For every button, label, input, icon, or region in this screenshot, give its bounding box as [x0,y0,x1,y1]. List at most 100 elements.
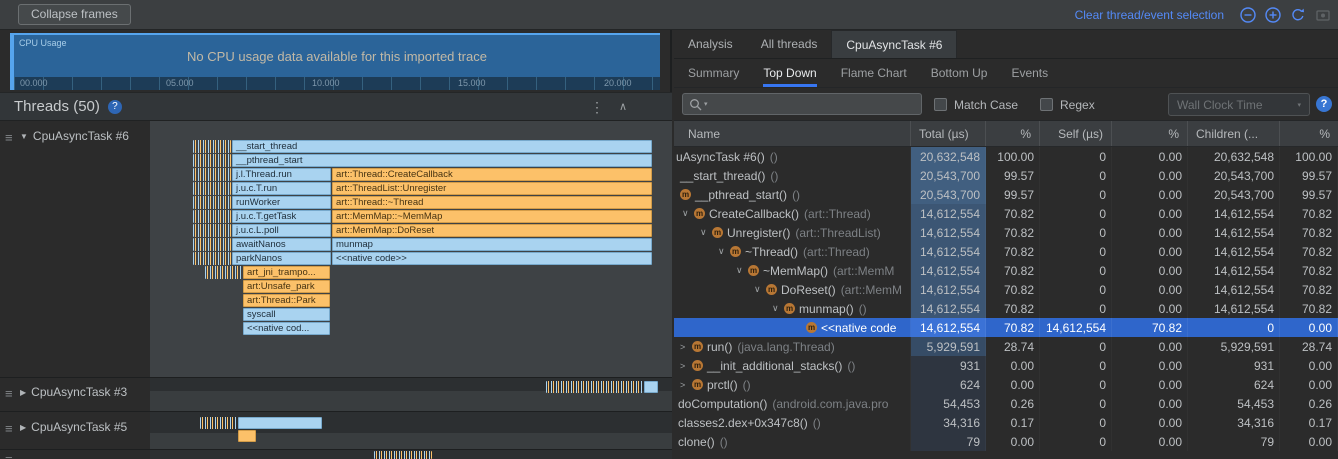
table-row[interactable]: m<<native code14,612,55470.8214,612,5547… [674,318,1338,337]
children-cell: 20,543,700 [1188,185,1280,204]
subtab-events[interactable]: Events [1011,59,1048,87]
column-header-self[interactable]: Self (µs) [1040,121,1112,146]
subtab-top-down[interactable]: Top Down [763,59,816,87]
table-row[interactable]: ∨mDoReset()(art::MemM14,612,55470.8200.0… [674,280,1338,299]
tab-analysis[interactable]: Analysis [674,30,747,58]
flame-bar-native[interactable]: art:Thread::Park [243,294,330,307]
flame-bar-java[interactable]: syscall [243,308,330,321]
threads-options-icon[interactable]: ⋮ [590,99,604,116]
table-row[interactable]: m__pthread_start()()20,543,70099.5700.00… [674,185,1338,204]
flame-bar-native[interactable] [238,430,256,442]
table-row[interactable]: uAsyncTask #6()()20,632,548100.0000.0020… [674,147,1338,166]
subtab-summary[interactable]: Summary [688,59,739,87]
flame-bar-java[interactable]: <<native cod... [243,322,330,335]
flame-minified-region[interactable] [193,196,231,209]
table-row[interactable]: ∨mUnregister()(art::ThreadList)14,612,55… [674,223,1338,242]
clear-selection-link[interactable]: Clear thread/event selection [1075,8,1224,22]
cpu-usage-track[interactable]: CPU Usage No CPU usage data available fo… [10,33,660,77]
subtab-flame-chart[interactable]: Flame Chart [841,59,907,87]
zoom-to-selection-icon[interactable] [1314,6,1332,24]
flame-bar-java[interactable]: j.u.c.T.getTask [232,210,331,223]
regex-label[interactable]: Regex [1060,98,1095,112]
table-row[interactable]: >mrun()(java.lang.Thread)5,929,59128.740… [674,337,1338,356]
regex-checkbox[interactable] [1040,98,1053,111]
subtab-bottom-up[interactable]: Bottom Up [931,59,988,87]
tree-collapse-icon[interactable]: ∨ [754,284,766,295]
table-row[interactable]: ∨m~MemMap()(art::MemM14,612,55470.8200.0… [674,261,1338,280]
flame-minified-region[interactable] [200,417,237,429]
collapse-frames-button[interactable]: Collapse frames [18,4,131,25]
flame-minified-region[interactable] [193,182,231,195]
tab-all-threads[interactable]: All threads [747,30,832,58]
flame-bar-java[interactable]: __start_thread [232,140,652,153]
flame-minified-region[interactable] [205,266,242,279]
function-name-cell: __start_thread()() [674,166,911,185]
table-row[interactable]: ∨mCreateCallback()(art::Thread)14,612,55… [674,204,1338,223]
flame-minified-region[interactable] [193,154,231,167]
flame-bar-native[interactable]: art::Thread::~Thread [332,196,652,209]
function-name-cell: >mrun()(java.lang.Thread) [674,337,911,356]
table-row[interactable]: __start_thread()()20,543,70099.5700.0020… [674,166,1338,185]
flame-bar-java[interactable] [644,381,658,393]
tab-cpuasynctask-6[interactable]: CpuAsyncTask #6 [831,30,957,58]
flame-minified-region[interactable] [193,210,231,223]
flame-bar-java[interactable]: parkNanos [232,252,331,265]
table-row[interactable]: doComputation()(android.com.java.pro54,4… [674,394,1338,413]
tree-expand-icon[interactable]: > [680,361,692,371]
threads-help-icon[interactable]: ? [108,100,122,114]
flame-bar-native[interactable]: art_jni_trampo... [243,266,330,279]
flame-bar-native[interactable]: art::ThreadList::Unregister [332,182,652,195]
tree-collapse-icon[interactable]: ∨ [682,208,694,219]
flame-bar-native[interactable]: art::MemMap::~MemMap [332,210,652,223]
flame-bar-java[interactable]: j.l.Thread.run [232,168,331,181]
table-row[interactable]: ∨mmunmap()()14,612,55470.8200.0014,612,5… [674,299,1338,318]
flame-bar-java[interactable]: j.u.c.L.poll [232,224,331,237]
flame-bar-java[interactable]: awaitNanos [232,238,331,251]
flame-bar-java[interactable]: j.u.c.T.run [232,182,331,195]
flame-bar-java[interactable]: munmap [332,238,652,251]
help-icon[interactable]: ? [1316,96,1332,112]
flame-bar-native[interactable]: art:Unsafe_park [243,280,330,293]
column-header-total-pct[interactable]: % [986,121,1040,146]
match-case-label[interactable]: Match Case [954,98,1018,112]
column-header-self-pct[interactable]: % [1112,121,1188,146]
table-row[interactable]: >mprctl()()6240.0000.006240.00 [674,375,1338,394]
flame-bar-java[interactable] [238,417,322,429]
flame-bar-java[interactable]: __pthread_start [232,154,652,167]
tree-collapse-icon[interactable]: ∨ [718,246,730,257]
flame-minified-region[interactable] [193,140,231,153]
table-row[interactable]: clone()()790.0000.00790.00 [674,432,1338,451]
reset-zoom-icon[interactable] [1289,6,1307,24]
column-header-children[interactable]: Children (... [1188,121,1280,146]
tree-collapse-icon[interactable]: ∨ [700,227,712,238]
match-case-checkbox[interactable] [934,98,947,111]
flame-minified-region[interactable] [193,168,231,181]
flame-minified-region[interactable] [193,224,231,237]
table-row[interactable]: >m__init_additional_stacks()()9310.0000.… [674,356,1338,375]
flame-bar-native[interactable]: art::MemMap::DoReset [332,224,652,237]
column-header-name[interactable]: Name [674,121,911,146]
flame-bar-native[interactable]: art::Thread::CreateCallback [332,168,652,181]
search-box[interactable]: ▾ [682,93,922,115]
flame-bar-java[interactable]: <<native code>> [332,252,652,265]
tree-collapse-icon[interactable]: ∨ [772,303,784,314]
tree-collapse-icon[interactable]: ∨ [736,265,748,276]
threads-collapse-icon[interactable]: ∧ [619,100,627,113]
flame-minified-region[interactable] [193,252,231,265]
zoom-in-icon[interactable] [1264,6,1282,24]
tree-expand-icon[interactable]: > [680,342,692,352]
flame-minified-region[interactable] [546,381,643,393]
flame-bar-java[interactable]: runWorker [232,196,331,209]
table-row[interactable]: classes2.dex+0x347c8()()34,3160.1700.003… [674,413,1338,432]
tree-expand-icon[interactable]: > [680,380,692,390]
zoom-out-icon[interactable] [1239,6,1257,24]
self-cell: 0 [1040,356,1112,375]
clock-type-dropdown[interactable]: Wall Clock Time ▾ [1168,93,1310,116]
flame-minified-region[interactable] [193,238,231,251]
column-header-children-pct[interactable]: % [1280,121,1338,146]
flame-minified-region[interactable] [374,451,432,459]
table-row[interactable]: ∨m~Thread()(art::Thread)14,612,55470.820… [674,242,1338,261]
search-input[interactable] [710,96,915,112]
column-header-total[interactable]: Total (µs) [911,121,986,146]
search-options-caret-icon[interactable]: ▾ [704,100,708,108]
